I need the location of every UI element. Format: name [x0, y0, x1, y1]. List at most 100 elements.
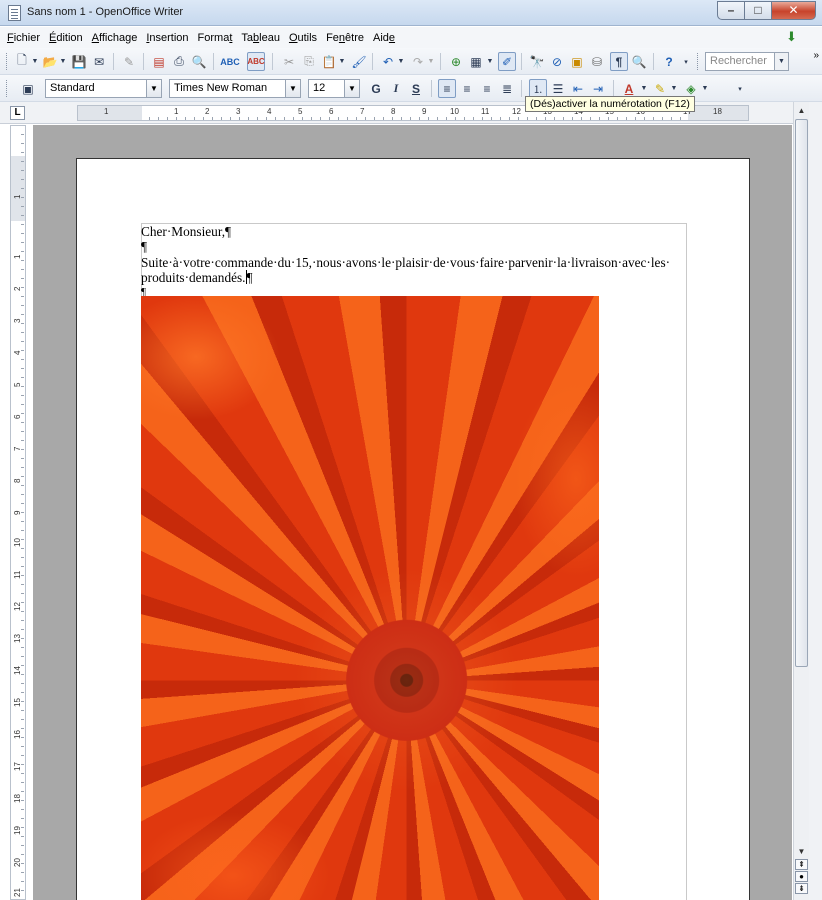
- print-preview-icon[interactable]: 🔍: [190, 52, 208, 71]
- vertical-ruler[interactable]: 1 1 2 3 4 5 6 7 8 9 10 11 12 13 14 15 16…: [10, 125, 26, 900]
- numbering-tooltip: (Dés)activer la numérotation (F12): [525, 96, 695, 112]
- search-dropdown-icon[interactable]: ▼: [774, 52, 789, 71]
- previous-page-icon[interactable]: ⇞: [795, 859, 808, 870]
- maximize-button[interactable]: □: [744, 1, 771, 20]
- italic-button[interactable]: I: [387, 79, 405, 98]
- download-update-icon[interactable]: ⬇: [786, 30, 800, 44]
- font-name-value: Times New Roman: [174, 82, 268, 94]
- menu-outils[interactable]: Outils: [289, 32, 317, 44]
- paste-icon[interactable]: 📋: [320, 52, 338, 71]
- menu-edition[interactable]: Édition: [49, 32, 83, 44]
- body-line-2: produits·demandés.: [141, 270, 246, 285]
- minimize-icon: –: [727, 3, 735, 17]
- new-dropdown-icon[interactable]: ▼: [31, 52, 39, 71]
- toolbar-options-icon[interactable]: ▾: [682, 52, 690, 71]
- paragraph-style-arrow-icon[interactable]: ▼: [146, 80, 161, 97]
- copy-icon[interactable]: ⎘: [300, 52, 318, 71]
- scroll-thumb[interactable]: [795, 119, 808, 667]
- paragraph-style-select[interactable]: Standard ▼: [45, 79, 162, 98]
- align-right-icon[interactable]: ≡: [478, 79, 496, 98]
- justify-icon[interactable]: ≣: [498, 79, 516, 98]
- menu-format[interactable]: Format: [198, 32, 233, 44]
- edit-file-icon[interactable]: ✎: [120, 52, 138, 71]
- document-page[interactable]: Cher·Monsieur,¶ ¶ Suite·à·votre·commande…: [76, 158, 750, 900]
- document-area[interactable]: Cher·Monsieur,¶ ¶ Suite·à·votre·commande…: [33, 125, 792, 900]
- new-document-icon[interactable]: 🗋: [13, 52, 31, 71]
- align-left-icon[interactable]: ≡: [438, 79, 456, 98]
- maximize-icon: □: [754, 3, 762, 17]
- font-name-select[interactable]: Times New Roman ▼: [169, 79, 301, 98]
- window-title: Sans nom 1 - OpenOffice Writer: [27, 6, 184, 18]
- export-pdf-icon[interactable]: ▤: [150, 52, 168, 71]
- navigation-icon[interactable]: ●: [795, 871, 808, 882]
- toolbar-grip[interactable]: [6, 80, 9, 97]
- font-size-arrow-icon[interactable]: ▼: [344, 80, 359, 97]
- body-line-1: Suite·à·votre·commande·du·15,·nous·avons…: [141, 255, 671, 270]
- standard-toolbar: 🗋 ▼ 📂 ▼ 💾 ✉ ✎ ▤ ⎙ 🔍 ABC ABC ✂ ⎘ 📋 ▼ 🖌 ↶ …: [0, 48, 822, 75]
- empty-paragraph[interactable]: ¶: [141, 239, 687, 254]
- background-color-dropdown-icon[interactable]: ▼: [701, 79, 709, 98]
- scroll-up-icon[interactable]: ▲: [795, 105, 808, 117]
- bold-button[interactable]: G: [367, 79, 385, 98]
- spelling-icon[interactable]: ABC: [220, 52, 240, 71]
- flower-image[interactable]: [141, 296, 599, 900]
- writer-document-icon[interactable]: [8, 5, 21, 21]
- autospellcheck-icon[interactable]: ABC: [247, 52, 265, 71]
- open-dropdown-icon[interactable]: ▼: [59, 52, 67, 71]
- close-icon: ✕: [788, 3, 799, 17]
- font-size-value: 12: [313, 82, 326, 94]
- email-icon[interactable]: ✉: [90, 52, 108, 71]
- horizontal-ruler-bar: L 1 1 2 3 4 5 6 7 8 9 10 11 12 13 14 15 …: [0, 102, 822, 124]
- search-placeholder: Rechercher: [710, 55, 767, 67]
- gallery-icon[interactable]: ▣: [568, 52, 586, 71]
- show-draw-functions-icon[interactable]: ✐: [498, 52, 516, 71]
- help-icon[interactable]: ?: [660, 52, 678, 71]
- menu-affichage[interactable]: Affichage: [92, 32, 138, 44]
- minimize-button[interactable]: –: [717, 1, 744, 20]
- greeting-paragraph[interactable]: Cher·Monsieur,¶: [141, 224, 687, 239]
- toolbar-overflow-icon[interactable]: »: [813, 50, 819, 61]
- toolbar-grip[interactable]: [6, 53, 9, 70]
- scroll-down-icon[interactable]: ▼: [795, 846, 808, 858]
- paragraph-style-value: Standard: [50, 82, 95, 94]
- toolbar-options-icon[interactable]: ▾: [736, 79, 744, 98]
- body-paragraph[interactable]: Suite·à·votre·commande·du·15,·nous·avons…: [141, 255, 687, 285]
- next-page-icon[interactable]: ⇟: [795, 883, 808, 894]
- hyperlink-icon[interactable]: ⊕: [447, 52, 465, 71]
- menu-aide[interactable]: Aide: [373, 32, 395, 44]
- zoom-icon[interactable]: 🔍: [630, 52, 648, 71]
- align-center-icon[interactable]: ≡: [458, 79, 476, 98]
- window-controls: – □ ✕: [717, 1, 816, 20]
- data-sources-icon[interactable]: ⛁: [588, 52, 606, 71]
- redo-dropdown-icon[interactable]: ▼: [427, 52, 435, 71]
- styles-formatting-icon[interactable]: ▣: [19, 79, 37, 98]
- formatting-marks-icon[interactable]: ¶: [610, 52, 628, 71]
- cut-icon[interactable]: ✂: [280, 52, 298, 71]
- table-icon[interactable]: ▦: [467, 52, 485, 71]
- menu-insertion[interactable]: Insertion: [146, 32, 188, 44]
- open-icon[interactable]: 📂: [41, 52, 59, 71]
- formatting-toolbar: ▣ Standard ▼ Times New Roman ▼ 12 ▼ G I …: [0, 75, 822, 102]
- navigator-icon[interactable]: ⊘: [548, 52, 566, 71]
- menu-fenetre[interactable]: Fenêtre: [326, 32, 364, 44]
- vertical-scrollbar[interactable]: ▲ ▼ ⇞ ● ⇟: [793, 102, 809, 900]
- undo-icon[interactable]: ↶: [379, 52, 397, 71]
- print-icon[interactable]: ⎙: [170, 52, 188, 71]
- undo-dropdown-icon[interactable]: ▼: [397, 52, 405, 71]
- menu-fichier[interactable]: Fichier: [7, 32, 40, 44]
- menu-tableau[interactable]: Tableau: [241, 32, 280, 44]
- close-button[interactable]: ✕: [771, 1, 816, 20]
- find-replace-icon[interactable]: 🔭: [528, 52, 546, 71]
- font-name-arrow-icon[interactable]: ▼: [285, 80, 300, 97]
- body-end-mark: ¶: [246, 270, 253, 285]
- redo-icon[interactable]: ↷: [409, 52, 427, 71]
- sidebar-strip: [809, 102, 822, 900]
- tab-stop-type-button[interactable]: L: [10, 106, 25, 120]
- clone-formatting-icon[interactable]: 🖌: [350, 52, 368, 71]
- paste-dropdown-icon[interactable]: ▼: [338, 52, 346, 71]
- menu-bar: Fichier Édition Affichage Insertion Form…: [0, 27, 822, 48]
- save-icon[interactable]: 💾: [70, 52, 88, 71]
- table-dropdown-icon[interactable]: ▼: [486, 52, 494, 71]
- underline-button[interactable]: S: [407, 79, 425, 98]
- font-size-select[interactable]: 12 ▼: [308, 79, 360, 98]
